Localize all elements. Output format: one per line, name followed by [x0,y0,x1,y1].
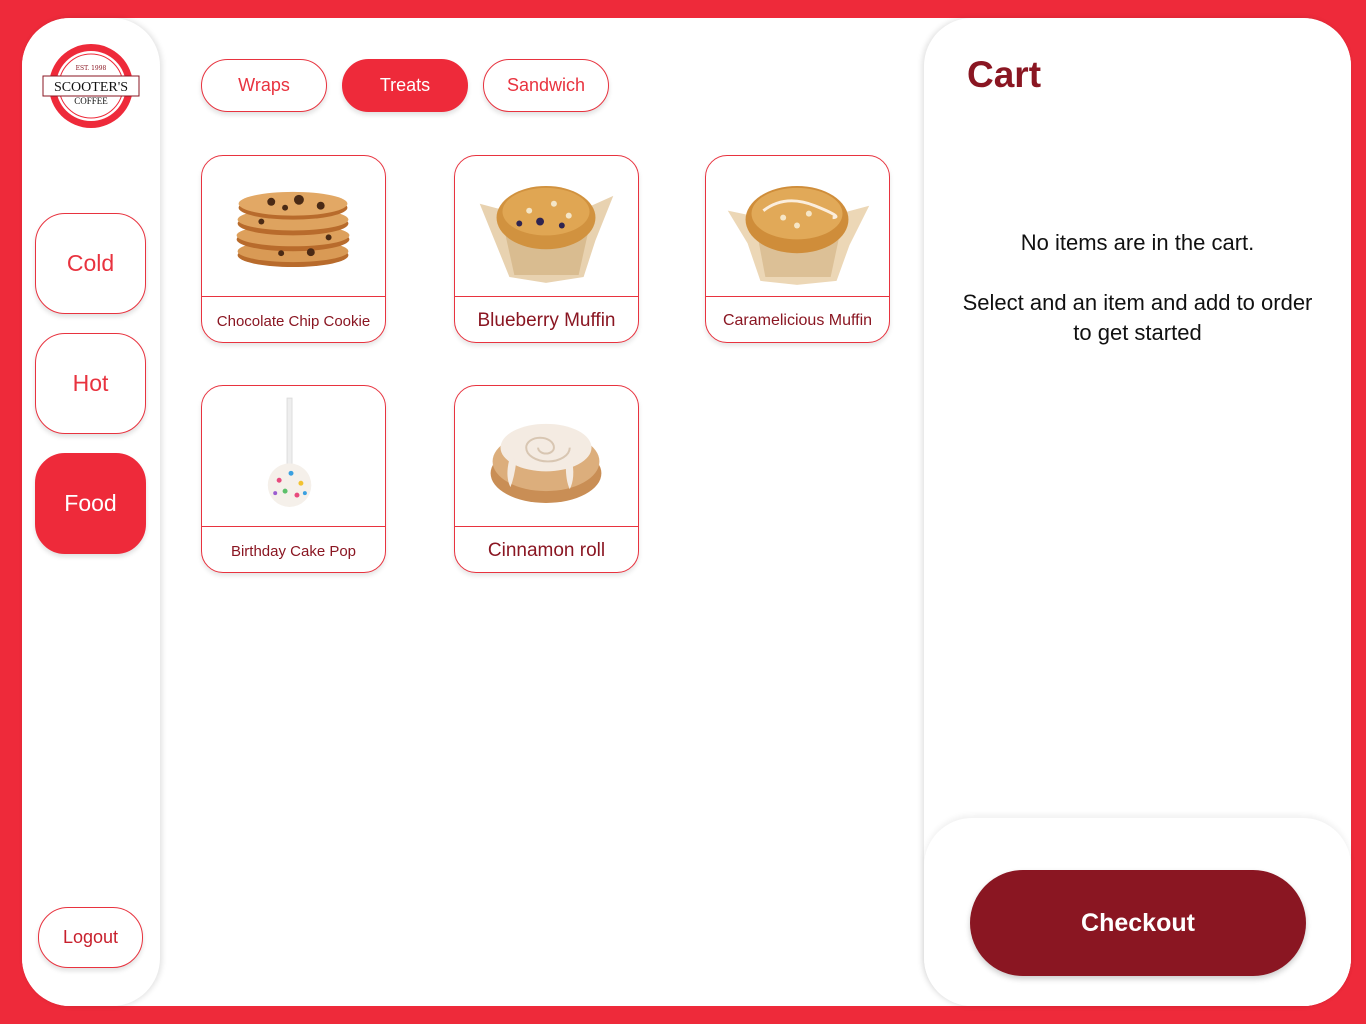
sidebar-item-label: Cold [66,250,115,276]
sidebar-item-label: Food [64,490,117,516]
svg-text:EST. 1998: EST. 1998 [76,65,107,72]
sidebar-item-food[interactable]: Food [35,453,146,554]
sidebar-item-label: Hot [72,370,109,396]
cookie-image [202,156,385,297]
blueberry-muffin-image [455,156,638,297]
tab-label: Wraps [238,75,290,95]
cart-panel: Cart No items are in the cart. Select an… [924,18,1351,1006]
product-card-blueberry-muffin[interactable]: Blueberry Muffin [454,155,639,343]
cart-title: Cart [967,54,1042,95]
tab-label: Treats [379,75,431,95]
sidebar: EST. 1998 SCOOTER'S COFFEE Cold Hot Food… [22,18,160,1006]
cake-pop-image [202,386,385,527]
cinnamon-roll-image [455,386,638,527]
product-name: Caramelicious Muffin [722,312,873,329]
logout-button[interactable]: Logout [38,907,143,968]
svg-text:SCOOTER'S: SCOOTER'S [54,80,128,95]
sidebar-item-cold[interactable]: Cold [35,213,146,314]
tab-sandwich[interactable]: Sandwich [483,59,609,112]
cart-footer: Checkout [924,818,1351,1006]
product-card-caramelicious-muffin[interactable]: Caramelicious Muffin [705,155,890,343]
checkout-label: Checkout [1081,908,1195,937]
cart-empty-line2: Select and an item and add to order to g… [962,290,1313,345]
tab-wraps[interactable]: Wraps [201,59,327,112]
checkout-button[interactable]: Checkout [970,870,1306,976]
scooters-coffee-logo: EST. 1998 SCOOTER'S COFFEE [41,42,141,130]
product-card-cinnamon-roll[interactable]: Cinnamon roll [454,385,639,573]
product-card-birthday-cake-pop[interactable]: Birthday Cake Pop [201,385,386,573]
sidebar-item-hot[interactable]: Hot [35,333,146,434]
logout-label: Logout [62,927,119,947]
svg-text:COFFEE: COFFEE [74,96,108,106]
product-name: Chocolate Chip Cookie [216,312,371,330]
cart-empty-message: No items are in the cart. Select and an … [954,228,1321,348]
product-name: Blueberry Muffin [477,310,616,331]
tab-treats[interactable]: Treats [342,59,468,112]
product-name: Cinnamon roll [487,540,606,561]
tab-label: Sandwich [506,75,586,95]
product-name: Birthday Cake Pop [230,542,357,560]
caramel-muffin-image [706,156,889,297]
product-card-chocolate-chip-cookie[interactable]: Chocolate Chip Cookie [201,155,386,343]
cart-empty-line1: No items are in the cart. [1020,230,1255,255]
